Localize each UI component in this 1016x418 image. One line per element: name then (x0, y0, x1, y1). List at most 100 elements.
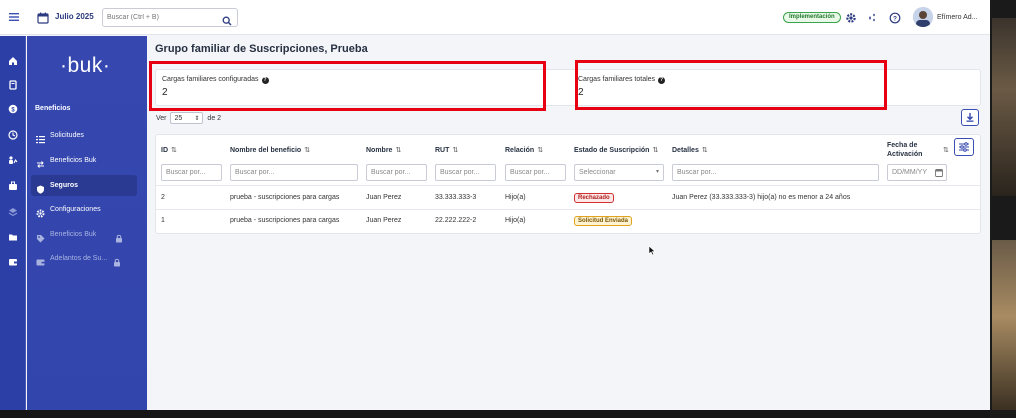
status-badge: Rechazado (574, 193, 614, 203)
sidebar-item-label: Seguros (50, 182, 79, 189)
money-icon[interactable]: $ (8, 101, 18, 114)
layers-icon[interactable] (8, 204, 18, 217)
sidebar-item-label: Solicitudes (50, 132, 84, 139)
cell-rut: 33.333.333-3 (435, 194, 477, 201)
clock-icon[interactable] (8, 127, 18, 140)
list-icon (36, 131, 45, 144)
page-title: Grupo familiar de Suscripciones, Prueba (155, 43, 368, 55)
sidebar-item-solicitudes[interactable]: Solicitudes (31, 125, 137, 146)
sidebar-item-beneficios-buk-locked[interactable]: Beneficios Buk (31, 224, 137, 245)
environment-badge: Implementación (783, 12, 841, 23)
filter-relacion[interactable]: Buscar por... (505, 164, 566, 181)
documents-icon[interactable] (8, 77, 18, 90)
sidebar: ·buk· Beneficios Solicitudes Beneficios … (27, 36, 147, 410)
buk-logo: ·buk· (60, 54, 111, 77)
sidebar-item-label: Beneficios Buk (50, 157, 97, 164)
filter-fecha[interactable]: DD/MM/YY (887, 164, 947, 181)
status-badge: Solicitud Enviada (574, 216, 633, 226)
column-header-detalles[interactable]: Detalles ⇅ (672, 146, 708, 154)
menu-icon[interactable] (8, 11, 20, 23)
column-header-beneficio[interactable]: Nombre del beneficio ⇅ (230, 146, 310, 154)
filter-detalles[interactable]: Buscar por... (672, 164, 879, 181)
sidebar-item-adelantos[interactable]: Adelantos de Su... (31, 248, 137, 269)
home-icon[interactable] (8, 53, 18, 65)
filter-id[interactable]: Buscar por... (161, 164, 222, 181)
main-content: Grupo familiar de Suscripciones, Prueba … (147, 36, 990, 410)
global-search[interactable] (102, 8, 238, 27)
calendar-icon (935, 168, 943, 179)
sort-icon: ⇅ (171, 147, 177, 154)
bottom-strip (0, 410, 990, 418)
sidebar-item-configuraciones[interactable]: Configuraciones (31, 199, 137, 220)
user-name[interactable]: Efímero Ad... (937, 14, 977, 21)
app-window: Julio 2025 Implementación ? Efímero Ad..… (0, 0, 990, 410)
gear-icon (36, 205, 45, 218)
gear-icon[interactable] (845, 11, 857, 23)
sidebar-item-seguros[interactable]: Seguros (31, 175, 137, 196)
filter-rut[interactable]: Buscar por... (435, 164, 496, 181)
page-size-select[interactable]: 25 ⇕ (170, 112, 204, 124)
cell-nombre: Juan Perez (366, 217, 402, 224)
cell-detalles: Juan Perez (33.333.333-3) hijo(a) no es … (672, 194, 851, 201)
sort-icon: ⇅ (304, 147, 311, 154)
period-selector[interactable]: Julio 2025 (55, 12, 94, 21)
sort-icon[interactable]: ⇅ (940, 146, 949, 154)
video-thumbnail (992, 240, 1016, 410)
shield-icon (36, 181, 45, 194)
sort-icon: ⇅ (652, 147, 659, 154)
svg-text:?: ? (893, 15, 897, 22)
sidebar-item-label: Configuraciones (50, 206, 101, 213)
column-header-rut[interactable]: RUT ⇅ (435, 146, 458, 154)
cell-rut: 22.222.222-2 (435, 217, 477, 224)
row-divider (156, 209, 980, 210)
sparkles-icon[interactable] (866, 11, 878, 23)
sort-icon: ⇅ (452, 147, 459, 154)
top-bar: Julio 2025 Implementación ? Efímero Ad..… (0, 0, 990, 35)
column-header-id[interactable]: ID ⇅ (161, 146, 177, 154)
sort-icon: ⇅ (395, 147, 402, 154)
app-rail: $ (0, 36, 26, 410)
filter-estado-select[interactable]: Seleccionar ▾ (574, 164, 664, 181)
highlight-box (149, 61, 546, 111)
people-chart-icon[interactable] (8, 152, 18, 164)
video-thumbnail (992, 18, 1016, 196)
video-strip (990, 0, 1016, 418)
chevron-down-icon: ▾ (655, 169, 659, 175)
sort-icon: ⇅ (701, 147, 708, 154)
column-header-relacion[interactable]: Relación ⇅ (505, 146, 543, 154)
sidebar-item-beneficios-buk[interactable]: Beneficios Buk (31, 150, 137, 171)
folder-icon[interactable] (8, 229, 18, 241)
tag-icon (36, 230, 45, 243)
sidebar-item-label: Adelantos de Su... (50, 255, 108, 262)
sidebar-item-label: Beneficios Buk (50, 231, 97, 238)
column-header-estado[interactable]: Estado de Suscripción ⇅ (574, 146, 658, 154)
arrows-icon (36, 156, 45, 168)
lock-icon (113, 254, 121, 267)
cell-beneficio: prueba - suscripciones para cargas (230, 217, 340, 224)
download-icon (966, 113, 974, 122)
column-header-nombre[interactable]: Nombre ⇅ (366, 146, 401, 154)
column-settings-button[interactable] (954, 138, 974, 156)
cell-relacion: Hijo(a) (505, 217, 526, 224)
filter-beneficio[interactable]: Buscar por... (230, 164, 358, 181)
pager-prefix: Ver (156, 114, 167, 122)
avatar[interactable] (913, 7, 933, 27)
family-table: ID ⇅ Nombre del beneficio ⇅ Nombre ⇅ RUT ⇅ R… (155, 134, 981, 234)
cell-relacion: Hijo(a) (505, 194, 526, 201)
download-button[interactable] (961, 109, 979, 126)
cell-id: 2 (161, 194, 165, 201)
cell-nombre: Juan Perez (366, 194, 402, 201)
filter-nombre[interactable]: Buscar por... (366, 164, 427, 181)
column-header-fecha[interactable]: Fecha de Activación (887, 141, 923, 159)
sidebar-section-title: Beneficios (35, 105, 71, 112)
row-divider (156, 185, 980, 186)
lock-icon (115, 230, 123, 243)
briefcase-icon[interactable] (8, 178, 18, 190)
help-icon[interactable]: ? (889, 11, 901, 24)
calendar-icon[interactable] (37, 11, 49, 24)
updown-icon: ⇕ (194, 116, 200, 122)
global-search-input[interactable] (107, 11, 217, 24)
search-icon[interactable] (222, 13, 232, 26)
pager-suffix: de 2 (207, 114, 222, 122)
wallet-icon[interactable] (8, 254, 18, 266)
